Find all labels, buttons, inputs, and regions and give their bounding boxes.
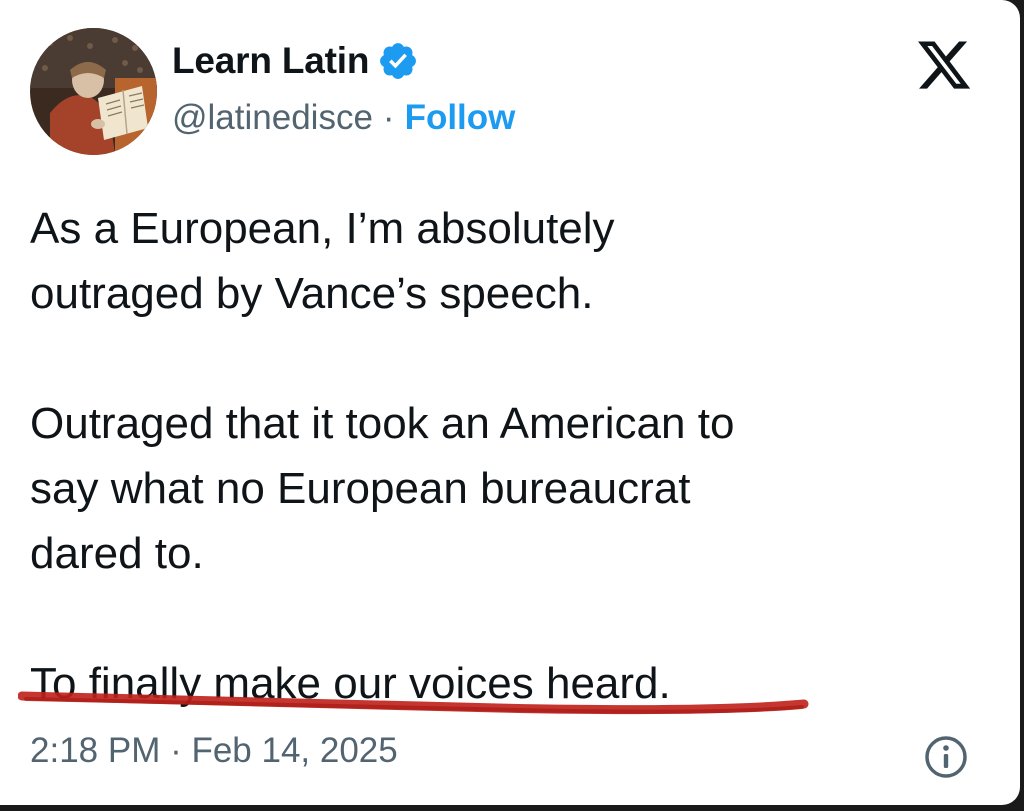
tweet-line: dared to. xyxy=(30,529,204,578)
tweet-line: As a European, I’m absolutely xyxy=(30,204,615,253)
avatar-image xyxy=(30,28,157,155)
tweet-line: Outraged that it took an American to xyxy=(30,399,735,448)
tweet-line: outraged by Vance’s speech. xyxy=(30,269,594,318)
author-display-name[interactable]: Learn Latin xyxy=(172,40,369,82)
info-icon[interactable] xyxy=(922,733,970,781)
tweet-timestamp[interactable]: 2:18 PM · Feb 14, 2025 xyxy=(30,731,398,771)
red-underline-annotation xyxy=(18,691,809,715)
separator-dot: · xyxy=(382,98,395,137)
x-logo-icon[interactable] xyxy=(912,36,976,94)
tweet-card: Learn Latin @latinedisce · Follow As a E… xyxy=(0,0,1020,805)
author-name-row: Learn Latin xyxy=(172,40,419,82)
tweet-text: As a European, I’m absolutely outraged b… xyxy=(30,196,990,716)
tweet-line: say what no European bureaucrat xyxy=(30,464,691,513)
verified-badge-icon[interactable] xyxy=(377,40,419,82)
follow-button[interactable]: Follow xyxy=(405,98,516,138)
author-handle-row: @latinedisce · Follow xyxy=(172,98,515,138)
avatar[interactable] xyxy=(30,28,157,155)
author-handle[interactable]: @latinedisce xyxy=(172,98,373,138)
